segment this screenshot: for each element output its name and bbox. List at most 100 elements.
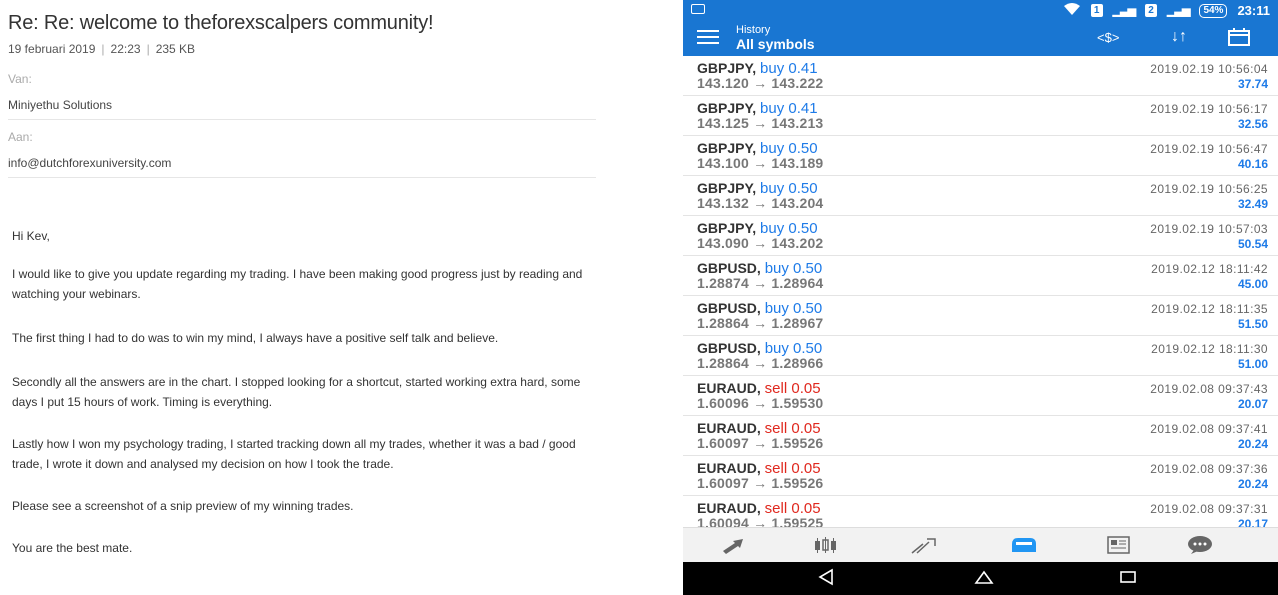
trade-row[interactable]: EURAUD, sell 0.05 1.60097 → 1.59526 2019.0… [683,416,1278,456]
trade-symbol-name: EURAUD, [697,500,761,516]
close-price: 1.59525 [771,515,824,527]
trade-symbol-name: GBPJPY, [697,140,757,156]
close-price: 143.202 [771,235,824,251]
arrow-icon: → [753,195,768,211]
trade-row[interactable]: EURAUD, sell 0.05 1.60096 → 1.59530 2019.0… [683,376,1278,416]
arrow-icon: → [753,315,768,331]
trade-row[interactable]: GBPUSD, buy 0.50 1.28874 → 1.28964 2019.02… [683,256,1278,296]
trade-time: 2019.02.19 10:56:17 [1150,102,1268,116]
email-body-paragraph: Hi Kev, [12,229,50,243]
open-price: 1.60094 [697,515,750,527]
email-body-paragraph: I would like to give you update regardin… [12,267,583,301]
close-price: 1.28964 [771,275,824,291]
trade-time: 2019.02.19 10:56:47 [1150,142,1268,156]
email-time: 22:23 [110,42,141,56]
email-meta: 19 februari 2019 | 22:23 | 235 KB [8,42,196,56]
sort-icon[interactable]: ↓↑ [1171,28,1187,46]
symbol-filter-icon[interactable]: <$> [1097,30,1119,45]
close-price: 143.222 [771,75,824,91]
arrow-icon: → [753,155,768,171]
to-value[interactable]: info@dutchforexuniversity.com [8,156,171,170]
home-icon[interactable] [969,568,999,591]
trade-row[interactable]: GBPUSD, buy 0.50 1.28864 → 1.28967 2019.02… [683,296,1278,336]
trade-prices: 1.28864 → 1.28967 [697,315,823,331]
trade-prices: 1.28874 → 1.28964 [697,275,823,291]
trade-profit: 32.49 [1237,197,1268,211]
menu-icon[interactable] [697,30,719,46]
trade-profit: 20.17 [1237,517,1268,527]
open-price: 143.132 [697,195,750,211]
open-price: 143.125 [697,115,750,131]
history-icon[interactable] [1009,535,1039,555]
close-price: 143.213 [771,115,824,131]
trade-profit: 32.56 [1237,117,1268,131]
email-date: 19 februari 2019 [8,42,96,56]
trade-prices: 143.132 → 143.204 [697,195,823,211]
trade-profit: 51.00 [1237,357,1268,371]
back-icon[interactable] [811,568,841,591]
trade-profit: 51.50 [1237,317,1268,331]
close-price: 1.59530 [771,395,824,411]
trade-history-list[interactable]: GBPJPY, buy 0.41 143.120 → 143.222 2019.02… [683,56,1278,527]
trade-prices: 143.125 → 143.213 [697,115,823,131]
trade-symbol-name: GBPJPY, [697,100,757,116]
arrow-icon: → [753,235,768,251]
quotes-icon[interactable] [721,535,751,555]
trade-prices: 1.60097 → 1.59526 [697,475,823,491]
email-body-paragraph: You are the best mate. [12,541,133,555]
from-value[interactable]: Miniyethu Solutions [8,98,112,112]
status-bar: 1 ▁▃▅ 2 ▁▃▅ 54% 23:11 [683,0,1278,22]
trade-row[interactable]: EURAUD, sell 0.05 1.60097 → 1.59526 2019.0… [683,456,1278,496]
trade-profit: 37.74 [1237,77,1268,91]
trade-time: 2019.02.08 09:37:43 [1150,382,1268,396]
android-nav-bar [683,562,1278,595]
open-price: 143.120 [697,75,750,91]
arrow-icon: → [753,355,768,371]
trade-profit: 20.24 [1237,437,1268,451]
close-price: 1.59526 [771,435,824,451]
trade-prices: 1.60097 → 1.59526 [697,435,823,451]
battery-icon: 54% [1199,3,1228,18]
chat-icon[interactable] [1185,535,1215,555]
trade-row[interactable]: GBPJPY, buy 0.41 143.125 → 143.213 2019.02… [683,96,1278,136]
recents-icon[interactable] [1113,568,1143,591]
sim1-icon: 1 [1090,4,1103,17]
close-price: 143.189 [771,155,824,171]
trade-prices: 143.090 → 143.202 [697,235,823,251]
open-price: 1.60096 [697,395,750,411]
trade-profit: 40.16 [1237,157,1268,171]
open-price: 143.100 [697,155,750,171]
to-label: Aan: [8,130,33,144]
arrow-icon: → [753,115,768,131]
news-icon[interactable] [1103,535,1133,555]
trade-time: 2019.02.08 09:37:41 [1150,422,1268,436]
screenshot-icon [691,4,705,14]
trade-time: 2019.02.08 09:37:36 [1150,462,1268,476]
trade-profit: 20.24 [1237,477,1268,491]
email-body-paragraph: Secondly all the answers are in the char… [12,375,581,409]
trade-profit: 50.54 [1237,237,1268,251]
chart-icon[interactable] [811,535,841,555]
trade-row[interactable]: GBPJPY, buy 0.50 143.100 → 143.189 2019.02… [683,136,1278,176]
wifi-icon [1063,2,1081,19]
calendar-icon[interactable] [1228,28,1250,51]
trade-row[interactable]: GBPJPY, buy 0.50 143.090 → 143.202 2019.02… [683,216,1278,256]
trade-symbol-name: EURAUD, [697,380,761,396]
trade-prices: 143.100 → 143.189 [697,155,823,171]
trade-row[interactable]: GBPJPY, buy 0.50 143.132 → 143.204 2019.02… [683,176,1278,216]
trade-icon[interactable] [909,535,939,555]
trade-row[interactable]: GBPJPY, buy 0.41 143.120 → 143.222 2019.02… [683,56,1278,96]
trade-symbol-name: GBPUSD, [697,300,761,316]
status-clock: 23:11 [1237,3,1270,18]
trade-time: 2019.02.19 10:57:03 [1150,222,1268,236]
signal-icon: ▁▃▅ [1167,5,1190,17]
trade-prices: 1.60094 → 1.59525 [697,515,823,527]
email-view: Re: Re: welcome to theforexscalpers comm… [0,0,610,595]
trade-profit: 45.00 [1237,277,1268,291]
email-body-paragraph: Lastly how I won my psychology trading, … [12,437,576,471]
trade-row[interactable]: EURAUD, sell 0.05 1.60094 → 1.59525 2019.0… [683,496,1278,527]
trade-row[interactable]: GBPUSD, buy 0.50 1.28864 → 1.28966 2019.02… [683,336,1278,376]
trade-profit: 20.07 [1237,397,1268,411]
appbar-title[interactable]: All symbols [736,36,815,52]
open-price: 1.28864 [697,315,750,331]
